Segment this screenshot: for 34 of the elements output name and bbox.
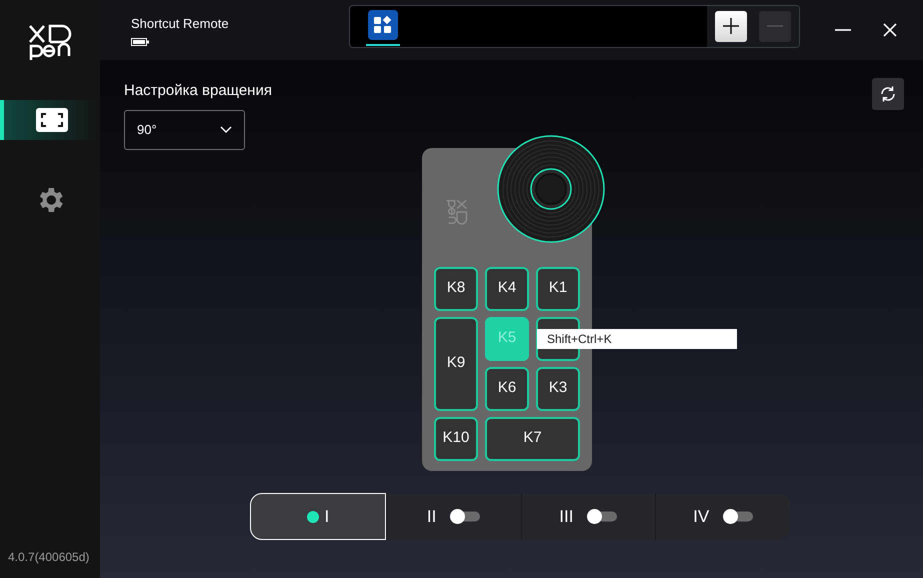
frame-icon	[36, 108, 68, 132]
add-button[interactable]	[715, 10, 747, 42]
profile-tab[interactable]: I	[250, 493, 386, 540]
battery-icon	[131, 38, 149, 46]
device-name: Shortcut Remote	[131, 15, 230, 34]
profile-switch[interactable]	[587, 509, 618, 524]
shortcut-key[interactable]: K8	[434, 266, 478, 310]
rotation-dropdown[interactable]: 90°	[124, 110, 245, 150]
refresh-button[interactable]	[872, 78, 904, 110]
shortcut-tooltip: Shift+Ctrl+K	[537, 328, 737, 348]
shortcut-key[interactable]: K6	[485, 366, 529, 410]
apps-icon	[368, 10, 398, 40]
dial-icon	[497, 134, 605, 242]
plus-icon	[723, 18, 739, 34]
close-button[interactable]	[882, 22, 898, 38]
chevron-down-icon	[220, 126, 232, 133]
rotation-label: Настройка вращения	[124, 81, 272, 101]
version-text: 4.0.7(400605d)	[8, 549, 90, 566]
profile-tab[interactable]: III	[520, 493, 656, 540]
shortcut-key[interactable]: K3	[536, 366, 580, 410]
profile-tab[interactable]: II	[386, 493, 520, 540]
profile-switch[interactable]	[723, 509, 754, 524]
shortcut-key[interactable]: K7	[485, 416, 580, 460]
shortcut-key[interactable]: K4	[485, 266, 529, 310]
logo-icon	[28, 22, 72, 62]
shortcut-key[interactable]: K1	[536, 266, 580, 310]
refresh-icon	[879, 85, 897, 103]
shortcut-key[interactable]: K10	[434, 416, 478, 460]
shortcut-key[interactable]: K9	[434, 316, 478, 410]
minus-icon	[767, 25, 783, 27]
close-icon	[883, 23, 897, 37]
minimize-icon	[835, 29, 851, 31]
profile-switch[interactable]	[450, 509, 480, 524]
profile-tab[interactable]: IV	[655, 493, 790, 540]
